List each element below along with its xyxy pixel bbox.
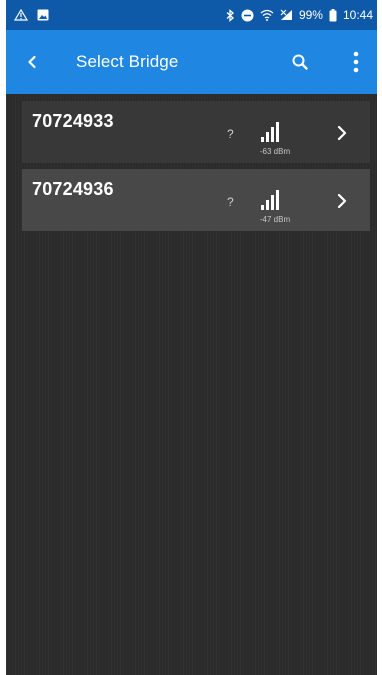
overflow-menu-button[interactable] (338, 30, 374, 94)
more-vertical-icon (353, 51, 359, 73)
clock: 10:44 (342, 8, 373, 22)
bridge-row[interactable]: 70724936 ? -47 dBm (22, 169, 370, 231)
bridge-id: 70724936 (32, 179, 114, 199)
chevron-right-icon (332, 191, 352, 211)
status-left-icons (6, 9, 49, 21)
bluetooth-icon (225, 8, 235, 22)
wifi-icon (260, 9, 274, 21)
back-button[interactable] (6, 30, 58, 94)
page-title: Select Bridge (76, 52, 179, 71)
chevron-left-icon (27, 55, 37, 69)
app-bar: Select Bridge (6, 30, 377, 94)
bridge-list: 70724933 ? -63 dBm 70724936 ? -47 dBm (22, 101, 370, 237)
mobile-signal-icon (280, 9, 293, 21)
phone-screen: 99% 10:44 Select Bridge 70724933 ? -63 d… (6, 0, 377, 675)
bridge-id: 70724933 (32, 111, 114, 131)
battery-icon (329, 8, 337, 22)
search-button[interactable] (280, 30, 320, 94)
unknown-status-mark: ? (227, 127, 234, 141)
signal-strength-icon (253, 119, 297, 147)
unknown-status-mark: ? (227, 195, 234, 209)
battery-percent: 99% (298, 8, 323, 22)
do-not-disturb-icon (241, 9, 254, 22)
signal-dbm: -63 dBm (259, 147, 291, 156)
signal-dbm: -47 dBm (259, 215, 291, 224)
status-right-icons: 99% 10:44 (225, 8, 377, 22)
status-bar: 99% 10:44 (6, 0, 377, 30)
gallery-icon (37, 9, 49, 21)
signal-alert-icon (14, 9, 28, 21)
bridge-row[interactable]: 70724933 ? -63 dBm (22, 101, 370, 163)
search-icon (291, 53, 309, 71)
chevron-right-icon (332, 123, 352, 143)
signal-strength-icon (253, 187, 297, 215)
